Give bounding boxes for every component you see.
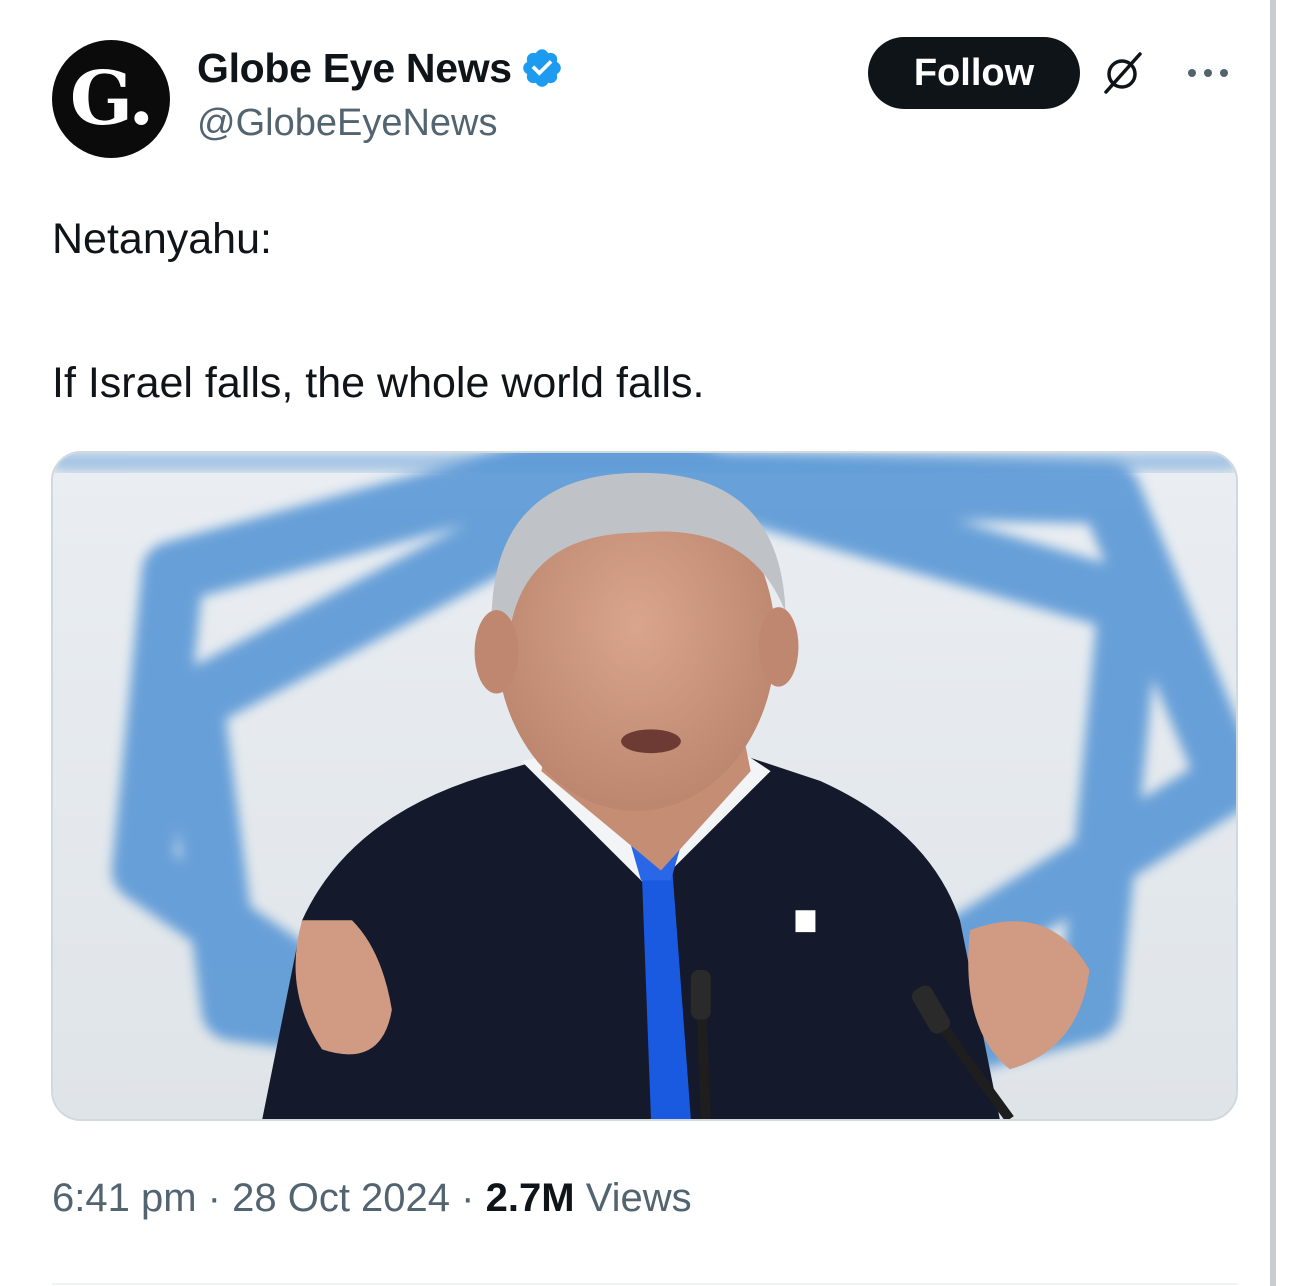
photo-illustration xyxy=(53,453,1236,1119)
scrollbar-track xyxy=(1270,0,1276,1286)
views-label: Views xyxy=(585,1176,692,1220)
verified-badge-icon xyxy=(523,49,561,87)
tweet-meta: 6:41 pm · 28 Oct 2024 · 2.7M Views xyxy=(52,1176,692,1221)
author-display-name[interactable]: Globe Eye News xyxy=(197,45,512,92)
author-handle[interactable]: @GlobeEyeNews xyxy=(197,102,497,145)
more-horizontal-icon[interactable] xyxy=(1184,61,1232,85)
grok-slash-icon[interactable] xyxy=(1100,50,1146,96)
avatar-logo-text: G. xyxy=(69,56,154,142)
follow-button[interactable]: Follow xyxy=(868,37,1080,109)
meta-separator: · xyxy=(461,1176,475,1220)
author-name-row: Globe Eye News xyxy=(197,38,564,98)
tweet-date[interactable]: 28 Oct 2024 xyxy=(232,1176,450,1220)
tweet-photo[interactable] xyxy=(51,451,1238,1121)
meta-separator: · xyxy=(207,1176,221,1220)
views-count: 2.7M xyxy=(485,1176,575,1220)
tweet-text-line: If Israel falls, the whole world falls. xyxy=(52,359,705,407)
tweet-time[interactable]: 6:41 pm xyxy=(52,1176,197,1220)
avatar[interactable]: G. xyxy=(52,40,170,158)
tweet-text: Netanyahu: If Israel falls, the whole wo… xyxy=(52,212,1232,410)
divider xyxy=(52,1283,1238,1285)
tweet-text-line: Netanyahu: xyxy=(52,215,272,263)
